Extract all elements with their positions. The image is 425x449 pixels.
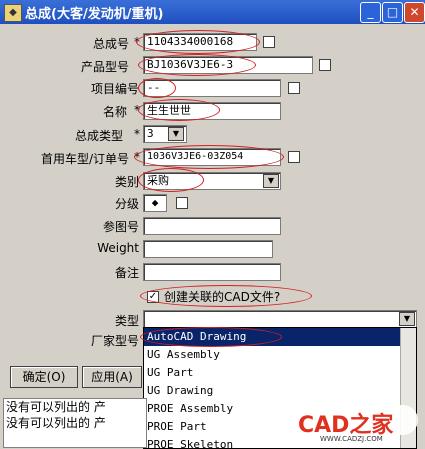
- assembly-type-label: 总成类型: [74, 129, 123, 143]
- message-panel: 没有可以列出的 产 没有可以列出的 产: [3, 398, 147, 448]
- ok-button[interactable]: 确定(O): [10, 366, 78, 388]
- type-label: 类型: [114, 314, 139, 328]
- product-model-checkbox[interactable]: [319, 59, 331, 71]
- apply-button[interactable]: 应用(A): [82, 366, 142, 388]
- create-cad-label: 创建关联的CAD文件?: [164, 290, 281, 304]
- chevron-down-icon[interactable]: ▼: [263, 174, 279, 188]
- name-label: 名称: [102, 105, 127, 119]
- list-item[interactable]: UG Part: [144, 364, 416, 382]
- assembly-number-label: 总成号: [92, 37, 129, 51]
- chevron-down-icon[interactable]: ▼: [168, 127, 184, 141]
- category-label: 类别: [114, 175, 139, 189]
- first-vehicle-checkbox[interactable]: [288, 151, 300, 163]
- manufacturer-model-label: 厂家型号: [90, 334, 139, 348]
- title-bar: ◆ 总成(大客/发动机/重机) _ □ ✕: [0, 0, 425, 24]
- first-vehicle-order-label: 首用车型/订单号: [40, 152, 129, 166]
- watermark-url: WWW.CADZJ.COM: [320, 435, 383, 443]
- project-number-label: 项目编号: [90, 82, 139, 96]
- project-number-checkbox[interactable]: [288, 82, 300, 94]
- required-mark: *: [134, 103, 140, 117]
- dialog-window: ◆ 总成(大客/发动机/重机) _ □ ✕ 总成号 * 110433400016…: [0, 0, 425, 449]
- required-mark: *: [134, 35, 140, 49]
- list-item[interactable]: UG Drawing: [144, 382, 416, 400]
- reference-drawing-label: 参图号: [102, 220, 139, 234]
- product-model-input[interactable]: BJ1036V3JE6-3: [143, 56, 313, 74]
- weight-input[interactable]: [143, 240, 273, 258]
- message-line: 没有可以列出的 产: [6, 400, 106, 414]
- message-line: 没有可以列出的 产: [6, 416, 106, 430]
- grade-label: 分级: [114, 197, 139, 211]
- assembly-number-checkbox[interactable]: [263, 36, 275, 48]
- remark-label: 备注: [114, 266, 139, 280]
- first-vehicle-order-input[interactable]: 1036V3JE6-03Z054: [143, 148, 281, 166]
- category-select[interactable]: 采购: [143, 172, 281, 190]
- name-input[interactable]: 生生世世: [143, 102, 281, 120]
- remark-input[interactable]: [143, 263, 281, 281]
- window-title: 总成(大客/发动机/重机): [25, 7, 164, 22]
- list-item[interactable]: UG Assembly: [144, 346, 416, 364]
- close-button[interactable]: ✕: [404, 2, 425, 23]
- required-mark: *: [134, 150, 140, 164]
- watermark-logo: CAD之家 WWW.CADZJ.COM: [290, 405, 420, 445]
- minimize-button[interactable]: _: [360, 2, 381, 23]
- required-mark: *: [134, 127, 140, 141]
- assembly-number-input[interactable]: 1104334000168: [143, 33, 257, 51]
- grade-checkbox[interactable]: [176, 197, 188, 209]
- chevron-down-icon[interactable]: ▼: [399, 312, 415, 326]
- grade-value[interactable]: ◆: [143, 194, 167, 212]
- list-item[interactable]: AutoCAD Drawing: [144, 328, 416, 346]
- maximize-button[interactable]: □: [382, 2, 403, 23]
- weight-label: Weight: [97, 241, 139, 255]
- reference-drawing-input[interactable]: [143, 217, 281, 235]
- app-icon: ◆: [4, 4, 22, 22]
- create-cad-checkbox[interactable]: ✓: [147, 291, 159, 303]
- type-select[interactable]: [143, 310, 417, 328]
- project-number-input[interactable]: --: [143, 79, 281, 97]
- product-model-label: 产品型号: [80, 60, 129, 74]
